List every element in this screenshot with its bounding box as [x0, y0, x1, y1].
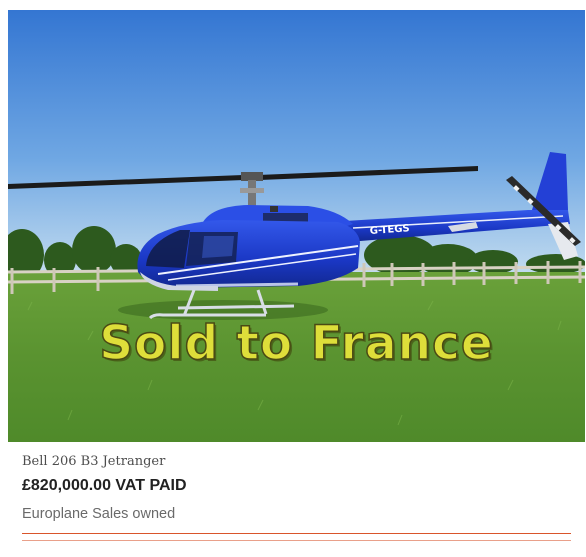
listing-photo[interactable]: G-TEGS Sold to France — [8, 10, 585, 442]
ownership-label: Europlane Sales owned — [22, 506, 176, 522]
listing-card[interactable]: G-TEGS Sold to France Bell 206 B3 Jetran… — [8, 10, 585, 557]
listing-details: Bell 206 B3 Jetranger £820,000.00 VAT PA… — [8, 442, 585, 557]
divider-line-secondary — [22, 540, 571, 541]
listing-price: £820,000.00 VAT PAID — [22, 477, 187, 494]
divider-line — [22, 533, 571, 534]
aircraft-model[interactable]: Bell 206 B3 Jetranger — [22, 454, 165, 469]
helicopter-photo: G-TEGS — [8, 10, 585, 442]
sold-banner: Sold to France — [98, 315, 494, 372]
